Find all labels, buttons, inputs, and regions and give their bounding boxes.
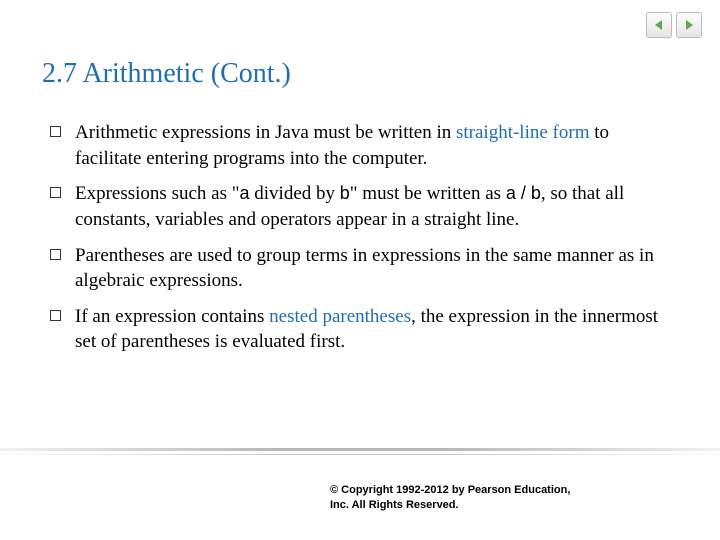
code-run: b bbox=[340, 183, 350, 203]
list-item: If an expression contains nested parenth… bbox=[42, 304, 678, 355]
prev-button[interactable] bbox=[646, 12, 672, 38]
code-run: a bbox=[240, 183, 250, 203]
text-run: If an expression contains bbox=[75, 306, 269, 327]
text-run: Parentheses are used to group terms in e… bbox=[75, 245, 654, 292]
slide-title: 2.7 Arithmetic (Cont.) bbox=[42, 58, 291, 90]
text-run: " must be written as bbox=[350, 183, 506, 204]
copyright-text: © Copyright 1992-2012 by Pearson Educati… bbox=[330, 483, 590, 512]
footer-divider bbox=[0, 448, 720, 462]
highlight-term: nested parentheses bbox=[269, 306, 411, 327]
bullet-text: Parentheses are used to group terms in e… bbox=[75, 243, 678, 294]
bullet-text: If an expression contains nested parenth… bbox=[75, 304, 678, 355]
text-run: Expressions such as " bbox=[75, 183, 240, 204]
text-run: divided by bbox=[250, 183, 340, 204]
bullet-marker-icon bbox=[50, 310, 61, 321]
bullet-text: Arithmetic expressions in Java must be w… bbox=[75, 120, 678, 171]
list-item: Expressions such as "a divided by b" mus… bbox=[42, 181, 678, 232]
bullet-marker-icon bbox=[50, 126, 61, 137]
next-button[interactable] bbox=[676, 12, 702, 38]
list-item: Parentheses are used to group terms in e… bbox=[42, 243, 678, 294]
code-run: a / b bbox=[506, 183, 541, 203]
bullet-marker-icon bbox=[50, 187, 61, 198]
content-area: Arithmetic expressions in Java must be w… bbox=[42, 120, 678, 365]
list-item: Arithmetic expressions in Java must be w… bbox=[42, 120, 678, 171]
bullet-text: Expressions such as "a divided by b" mus… bbox=[75, 181, 678, 232]
highlight-term: straight-line form bbox=[456, 122, 590, 143]
bullet-marker-icon bbox=[50, 249, 61, 260]
text-run: Arithmetic expressions in Java must be w… bbox=[75, 122, 456, 143]
nav-buttons bbox=[646, 12, 702, 38]
